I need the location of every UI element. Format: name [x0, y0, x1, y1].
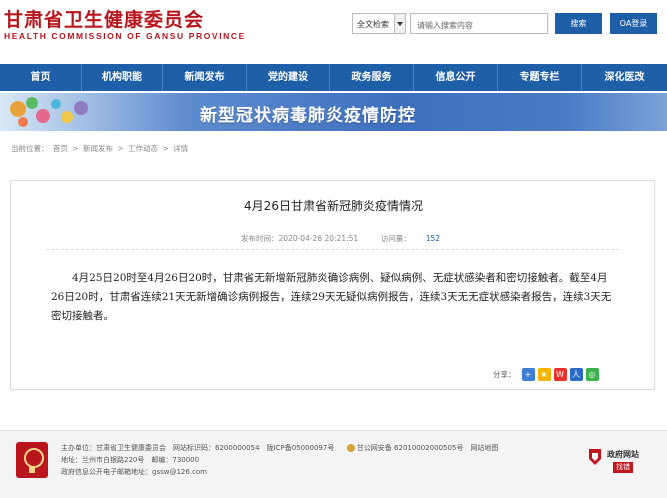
published-label: 发布时间： — [241, 234, 279, 243]
nav-item-party[interactable]: 党的建设 — [247, 64, 330, 91]
published-date: 2020-04-26 20:21:51 — [278, 234, 359, 243]
breadcrumb-current: 详情 — [173, 144, 189, 153]
views-label: 访问量： — [380, 234, 411, 243]
nav-item-reform[interactable]: 深化医改 — [582, 64, 667, 91]
wechat-icon[interactable]: ◎ — [585, 367, 599, 381]
article-title: 4月26日甘肃省新冠肺炎疫情情况 — [244, 199, 423, 213]
search-scope-value: 全文检索 — [357, 20, 389, 29]
gov-emblem-icon — [589, 449, 601, 465]
article-meta: 发布时间：2020-04-26 20:21:51 访问量： 152 — [241, 233, 440, 244]
footer-line-3: 政府信息公开电子邮箱地址：gssw@126.com — [61, 468, 207, 476]
breadcrumb-prefix: 当前位置： — [11, 144, 49, 153]
nav-item-news[interactable]: 新闻发布 — [163, 64, 247, 91]
gov-site-error-badge[interactable]: 政府网站 找错 — [585, 445, 645, 485]
nav-item-home[interactable]: 首页 — [0, 64, 82, 91]
cell-illustration — [6, 95, 96, 129]
covid-banner[interactable]: 新型冠状病毒肺炎疫情防控 — [0, 93, 667, 131]
breadcrumb-separator: > — [72, 144, 79, 153]
site-subtitle: HEALTH COMMISSION OF GANSU PROVINCE — [4, 31, 246, 41]
weibo-icon[interactable]: W — [553, 367, 567, 381]
site-title[interactable]: 甘肃省卫生健康委员会 — [4, 5, 204, 32]
oa-login-button[interactable]: OA登录 — [610, 13, 657, 34]
article-body: 4月25日20时至4月26日20时，甘肃省无新增新冠肺炎确诊病例、疑似病例、无症… — [51, 269, 619, 326]
nav-item-disclosure[interactable]: 信息公开 — [414, 64, 498, 91]
footer-police[interactable]: 甘公网安备 62010002000505号 网站地图 — [357, 444, 499, 452]
share-more-icon[interactable]: + — [521, 367, 535, 381]
share-bar: 分享： + ★ W 人 ◎ — [493, 367, 599, 381]
gov-badge-sub: 找错 — [613, 462, 633, 473]
views-count: 152 — [425, 234, 441, 243]
breadcrumb-home[interactable]: 首页 — [53, 144, 68, 153]
meta-divider — [46, 249, 619, 250]
search-input[interactable]: 请输入搜索内容 — [410, 13, 548, 34]
banner-title: 新型冠状病毒肺炎疫情防控 — [200, 106, 416, 126]
qzone-icon[interactable]: ★ — [537, 367, 551, 381]
breadcrumb-news[interactable]: 新闻发布 — [83, 144, 113, 153]
breadcrumb-separator: > — [117, 144, 124, 153]
gov-badge-title: 政府网站 — [607, 450, 639, 459]
footer-line-1: 主办单位：甘肃省卫生健康委员会 网站标识码：6200000054 陇ICP备05… — [61, 443, 498, 453]
article-body-text: 4月25日20时至4月26日20时，甘肃省无新增新冠肺炎确诊病例、疑似病例、无症… — [51, 272, 612, 322]
site-header: 甘肃省卫生健康委员会 HEALTH COMMISSION OF GANSU PR… — [0, 0, 667, 62]
party-emblem-logo[interactable] — [16, 442, 48, 478]
nav-item-functions[interactable]: 机构职能 — [82, 64, 163, 91]
nav-item-services[interactable]: 政务服务 — [330, 64, 414, 91]
share-label: 分享： — [493, 369, 516, 379]
breadcrumb-separator: > — [162, 144, 169, 153]
renren-icon[interactable]: 人 — [569, 367, 583, 381]
site-footer: 主办单位：甘肃省卫生健康委员会 网站标识码：6200000054 陇ICP备05… — [0, 430, 667, 498]
footer-host: 主办单位：甘肃省卫生健康委员会 网站标识码：6200000054 陇ICP备05… — [61, 444, 335, 452]
chevron-down-icon[interactable] — [394, 14, 405, 33]
police-badge-icon — [346, 444, 355, 452]
breadcrumb: 当前位置： 首页 > 新闻发布 > 工作动态 > 详情 — [11, 143, 190, 154]
article-panel: 4月26日甘肃省新冠肺炎疫情情况 发布时间：2020-04-26 20:21:5… — [10, 180, 655, 390]
nav-item-topics[interactable]: 专题专栏 — [498, 64, 582, 91]
main-nav: 首页 机构职能 新闻发布 党的建设 政务服务 信息公开 专题专栏 深化医改 — [0, 64, 667, 91]
search-button[interactable]: 搜索 — [555, 13, 602, 34]
breadcrumb-work[interactable]: 工作动态 — [128, 144, 158, 153]
search-scope-select[interactable]: 全文检索 — [352, 13, 406, 34]
footer-line-2: 地址：兰州市白银路220号 邮编：730000 — [61, 456, 200, 464]
